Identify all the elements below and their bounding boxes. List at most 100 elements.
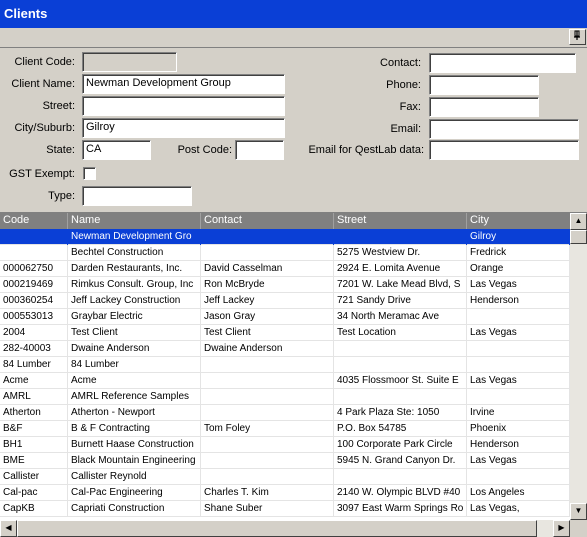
cell-contact[interactable]: Tom Foley <box>201 421 334 437</box>
cell-street[interactable]: P.O. Box 54785 <box>334 421 467 437</box>
table-row[interactable]: 84 Lumber 84 Lumber <box>0 357 570 373</box>
table-row[interactable]: 000553013 Graybar Electric Jason Gray 34 No… <box>0 309 570 325</box>
cell-name[interactable]: Newman Development Gro <box>68 229 201 245</box>
cell-name[interactable]: Rimkus Consult. Group, Inc <box>68 277 201 293</box>
cell-contact[interactable] <box>201 245 334 261</box>
client-name-field[interactable]: Newman Development Group <box>82 74 285 94</box>
cell-code[interactable]: BME <box>0 453 68 469</box>
horizontal-scroll-thumb[interactable] <box>17 520 537 537</box>
cell-code[interactable]: 000553013 <box>0 309 68 325</box>
cell-city[interactable] <box>467 389 570 405</box>
cell-name[interactable]: AMRL Reference Samples <box>68 389 201 405</box>
cell-code[interactable]: 000062750 <box>0 261 68 277</box>
table-row[interactable]: BME Black Mountain Engineering 5945 N. Gra… <box>0 453 570 469</box>
cell-street[interactable] <box>334 341 467 357</box>
cell-street[interactable] <box>334 389 467 405</box>
qestlab-email-field[interactable] <box>429 140 579 160</box>
cell-name[interactable]: Cal-Pac Engineering <box>68 485 201 501</box>
cell-code[interactable]: Cal-pac <box>0 485 68 501</box>
cell-name[interactable]: Darden Restaurants, Inc. <box>68 261 201 277</box>
cell-name[interactable]: Burnett Haase Construction <box>68 437 201 453</box>
cell-name[interactable]: Graybar Electric <box>68 309 201 325</box>
table-row[interactable]: 282-40003 Dwaine Anderson Dwaine Anderson <box>0 341 570 357</box>
cell-city[interactable]: Las Vegas <box>467 277 570 293</box>
table-row[interactable]: Bechtel Construction 5275 Westview Dr. Fre… <box>0 245 570 261</box>
cell-city[interactable] <box>467 469 570 485</box>
cell-city[interactable]: Gilroy <box>467 229 570 245</box>
scroll-up-icon[interactable]: ▲ <box>570 213 587 230</box>
cell-street[interactable]: 100 Corporate Park Circle <box>334 437 467 453</box>
type-field[interactable] <box>82 186 192 206</box>
table-row[interactable]: Atherton Atherton - Newport 4 Park Plaza S… <box>0 405 570 421</box>
cell-street[interactable]: 721 Sandy Drive <box>334 293 467 309</box>
cell-code[interactable]: 000360254 <box>0 293 68 309</box>
cell-contact[interactable] <box>201 373 334 389</box>
cell-code[interactable]: B&F <box>0 421 68 437</box>
cell-name[interactable]: 84 Lumber <box>68 357 201 373</box>
table-row[interactable]: BH1 Burnett Haase Construction 100 Corpora… <box>0 437 570 453</box>
client-code-field[interactable] <box>82 52 177 72</box>
cell-code[interactable]: BH1 <box>0 437 68 453</box>
cell-code[interactable]: Callister <box>0 469 68 485</box>
scroll-right-icon[interactable]: ▶ <box>553 520 570 537</box>
cell-street[interactable]: 4035 Flossmoor St. Suite E <box>334 373 467 389</box>
cell-street[interactable]: 2140 W. Olympic BLVD #40 <box>334 485 467 501</box>
cell-city[interactable]: Henderson <box>467 437 570 453</box>
cell-contact[interactable]: Charles T. Kim <box>201 485 334 501</box>
cell-street[interactable]: 5275 Westview Dr. <box>334 245 467 261</box>
table-row[interactable]: Cal-pac Cal-Pac Engineering Charles T. Kim… <box>0 485 570 501</box>
cell-contact[interactable] <box>201 357 334 373</box>
table-row[interactable]: Callister Callister Reynold <box>0 469 570 485</box>
cell-street[interactable] <box>334 469 467 485</box>
cell-contact[interactable]: Ron McBryde <box>201 277 334 293</box>
cell-name[interactable]: Capriati Construction <box>68 501 201 517</box>
column-header-code[interactable]: Code <box>0 213 68 229</box>
cell-contact[interactable] <box>201 469 334 485</box>
table-row[interactable]: 000360254 Jeff Lackey Construction Jeff La… <box>0 293 570 309</box>
pin-icon[interactable] <box>569 29 586 45</box>
city-field[interactable]: Gilroy <box>82 118 285 138</box>
cell-code[interactable]: CapKB <box>0 501 68 517</box>
horizontal-scrollbar[interactable]: ◀ ▶ <box>0 520 570 537</box>
cell-contact[interactable] <box>201 453 334 469</box>
column-header-contact[interactable]: Contact <box>201 213 334 229</box>
cell-contact[interactable]: Jason Gray <box>201 309 334 325</box>
cell-street[interactable]: 5945 N. Grand Canyon Dr. <box>334 453 467 469</box>
gst-exempt-checkbox[interactable] <box>83 167 96 180</box>
cell-street[interactable]: 34 North Meramac Ave <box>334 309 467 325</box>
table-row[interactable]: B&F B & F Contracting Tom Foley P.O. Box 54… <box>0 421 570 437</box>
scroll-down-icon[interactable]: ▼ <box>570 503 587 520</box>
scroll-left-icon[interactable]: ◀ <box>0 520 17 537</box>
cell-code[interactable]: Acme <box>0 373 68 389</box>
cell-contact[interactable] <box>201 389 334 405</box>
cell-city[interactable]: Phoenix <box>467 421 570 437</box>
cell-city[interactable] <box>467 309 570 325</box>
table-row[interactable]: AMRL AMRL Reference Samples <box>0 389 570 405</box>
cell-code[interactable] <box>0 229 68 245</box>
cell-contact[interactable]: Dwaine Anderson <box>201 341 334 357</box>
cell-city[interactable]: Las Vegas, <box>467 501 570 517</box>
cell-name[interactable]: B & F Contracting <box>68 421 201 437</box>
cell-name[interactable]: Jeff Lackey Construction <box>68 293 201 309</box>
column-header-city[interactable]: City <box>467 213 570 229</box>
cell-name[interactable]: Acme <box>68 373 201 389</box>
table-row[interactable]: 000219469 Rimkus Consult. Group, Inc Ron M… <box>0 277 570 293</box>
contact-field[interactable] <box>429 53 576 73</box>
table-row[interactable]: CapKB Capriati Construction Shane Suber 309… <box>0 501 570 517</box>
cell-city[interactable] <box>467 341 570 357</box>
cell-city[interactable] <box>467 357 570 373</box>
cell-code[interactable]: AMRL <box>0 389 68 405</box>
cell-name[interactable]: Callister Reynold <box>68 469 201 485</box>
cell-contact[interactable] <box>201 437 334 453</box>
street-field[interactable] <box>82 96 285 116</box>
cell-city[interactable]: Las Vegas <box>467 325 570 341</box>
phone-field[interactable] <box>429 75 539 95</box>
cell-street[interactable]: 7201 W. Lake Mead Blvd, S <box>334 277 467 293</box>
column-header-name[interactable]: Name <box>68 213 201 229</box>
cell-city[interactable]: Henderson <box>467 293 570 309</box>
cell-contact[interactable]: Jeff Lackey <box>201 293 334 309</box>
state-field[interactable]: CA <box>82 140 151 160</box>
cell-city[interactable]: Irvine <box>467 405 570 421</box>
cell-contact[interactable]: Shane Suber <box>201 501 334 517</box>
fax-field[interactable] <box>429 97 539 117</box>
